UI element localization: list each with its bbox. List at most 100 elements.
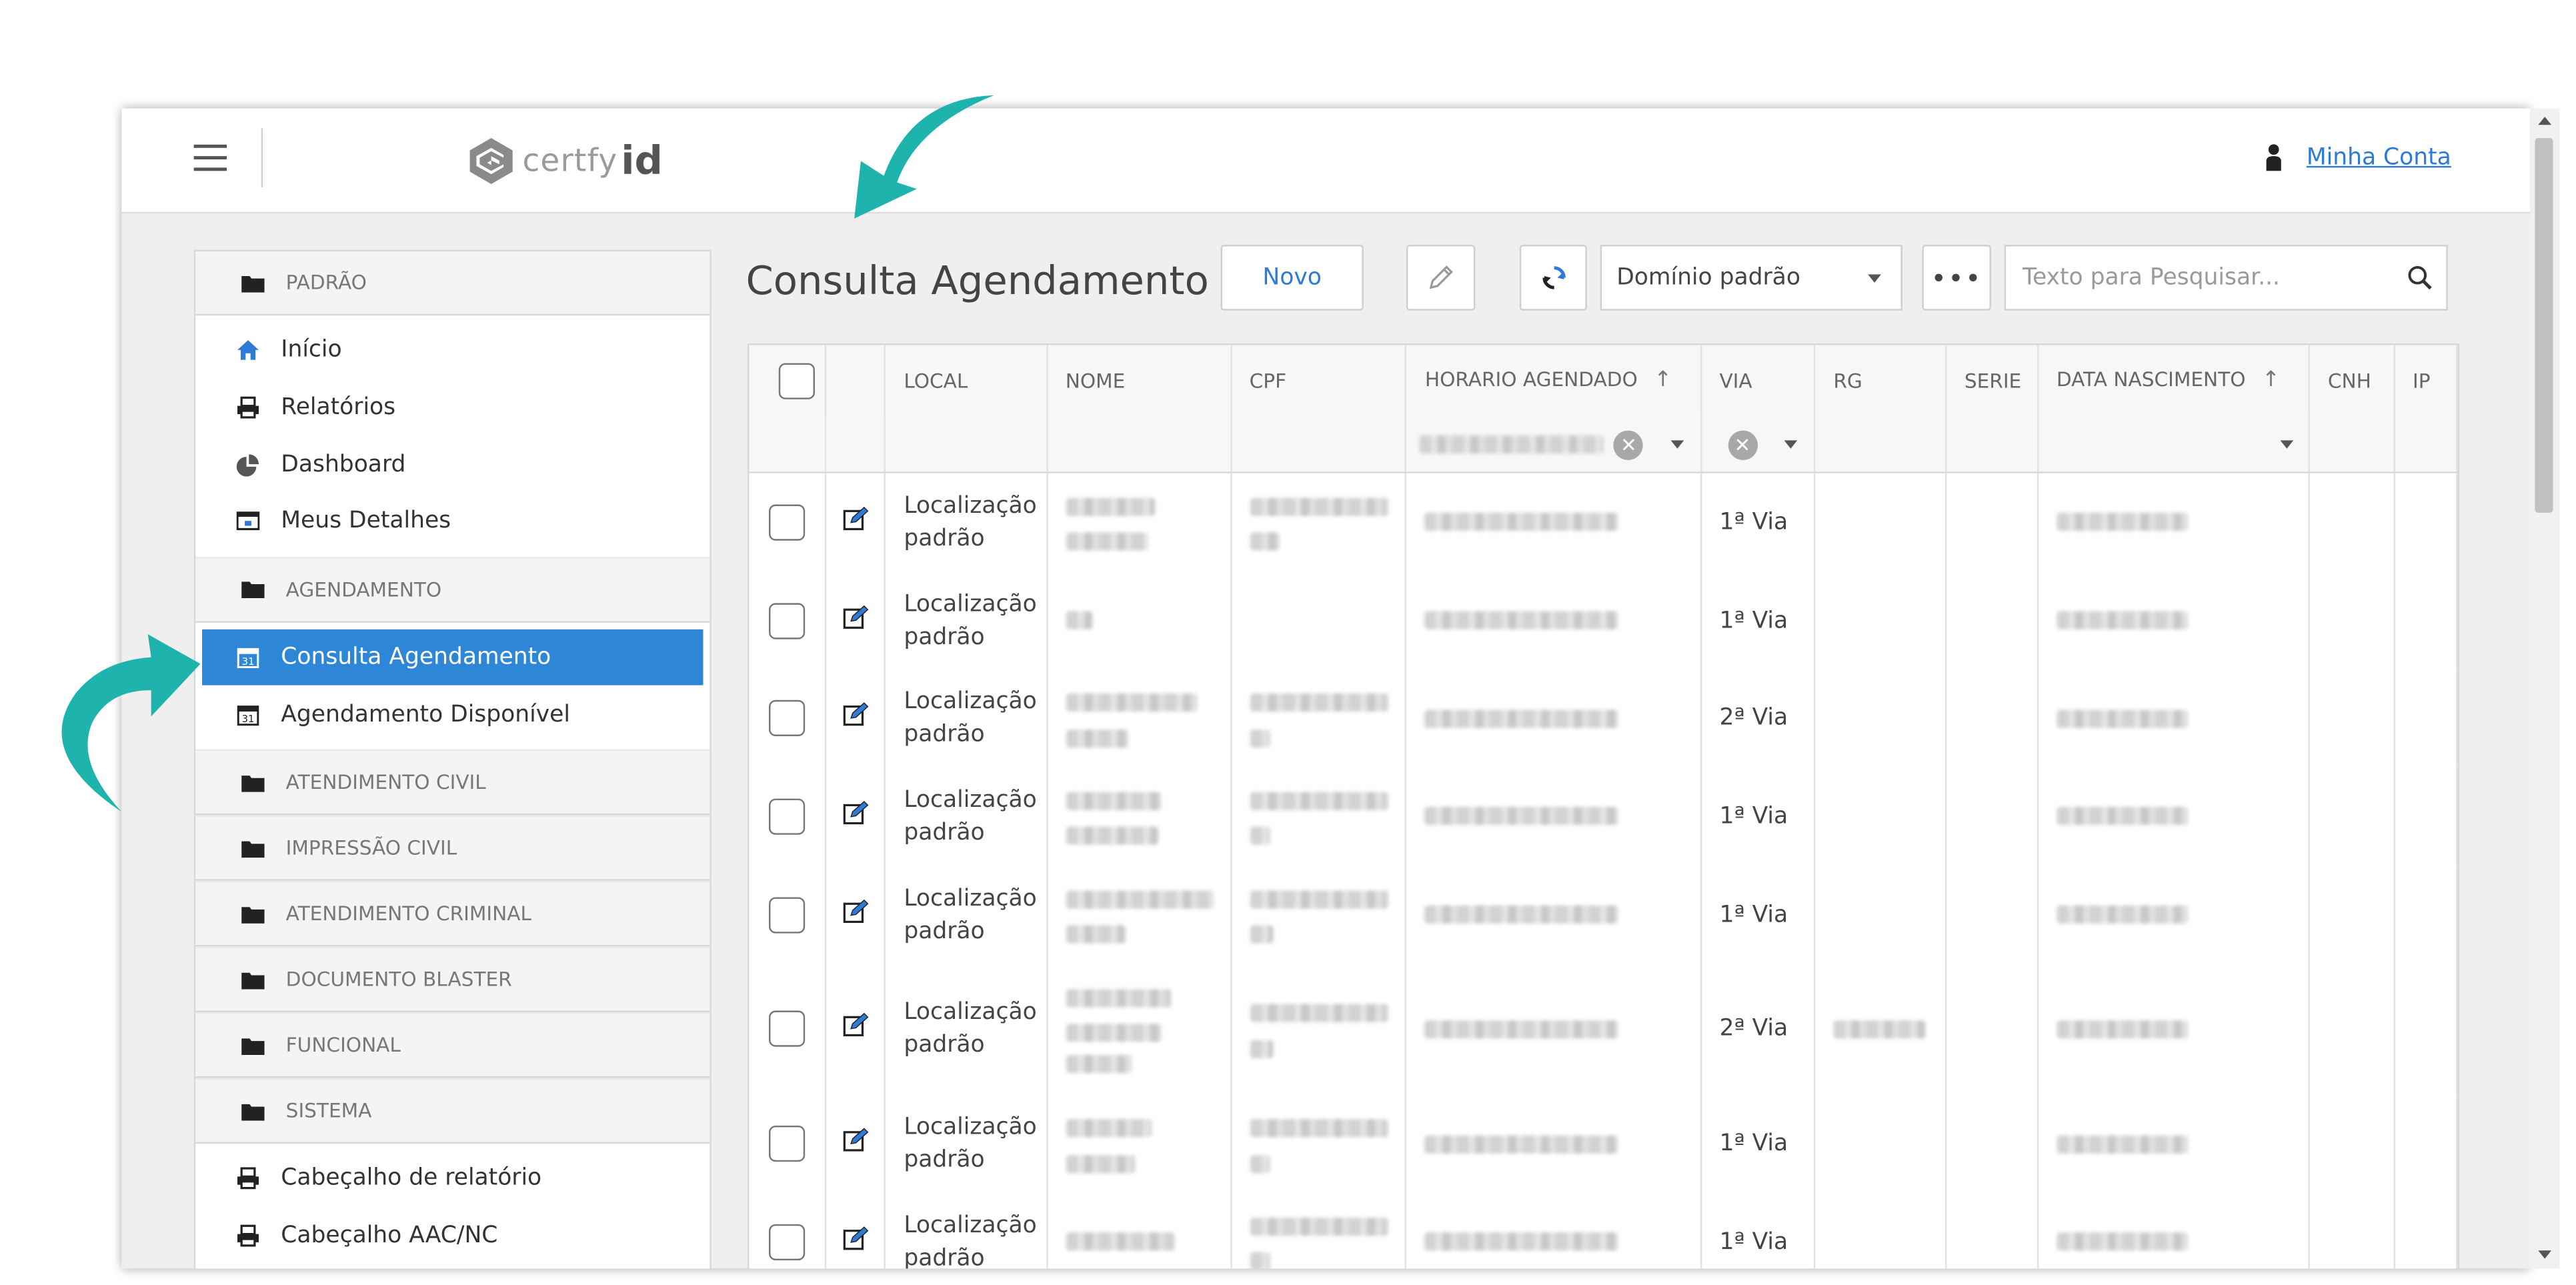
cell-local: Localização padrão <box>884 669 1048 768</box>
row-checkbox[interactable] <box>769 700 806 737</box>
sidebar-item-agendamento-disponivel[interactable]: 31 Agendamento Disponível <box>195 686 710 743</box>
scroll-down-icon[interactable] <box>2538 1250 2552 1259</box>
column-header-via[interactable]: VIA <box>1700 345 1816 416</box>
table-row[interactable]: Localização padrão 1ª Via <box>749 472 2458 571</box>
column-header-serie[interactable]: SERIE <box>1945 345 2039 416</box>
filter-cell[interactable] <box>1230 415 1407 473</box>
sidebar-section-impressao-civil[interactable]: IMPRESSÃO CIVIL <box>195 815 710 882</box>
filter-data-nascimento[interactable] <box>2037 415 2310 473</box>
account-link[interactable]: Minha Conta <box>2307 145 2451 171</box>
cell-rg <box>1814 866 1947 964</box>
edit-record-icon[interactable] <box>842 604 868 630</box>
chevron-down-icon[interactable] <box>2279 440 2293 449</box>
sort-arrow-icon[interactable]: ↑ <box>2262 368 2280 393</box>
table-row[interactable]: Localização padrão 1ª Via <box>749 1095 2458 1194</box>
edit-record-icon[interactable] <box>842 800 868 826</box>
filter-cell[interactable] <box>1046 415 1232 473</box>
redacted-value <box>1065 792 1161 810</box>
redacted-value <box>1065 1024 1161 1043</box>
sort-arrow-icon[interactable]: ↑ <box>1654 368 1672 393</box>
row-checkbox[interactable] <box>769 504 806 541</box>
sidebar-item-inicio[interactable]: Início <box>195 322 710 379</box>
sidebar-section-padrao[interactable]: PADRÃO <box>195 251 710 316</box>
edit-record-icon[interactable] <box>842 1128 868 1154</box>
sidebar-section-sistema[interactable]: SISTEMA <box>195 1078 710 1144</box>
column-header-local[interactable]: LOCAL <box>884 345 1048 416</box>
table-row[interactable]: Localização padrão 1ª Via <box>749 1193 2458 1269</box>
column-header-rg[interactable]: RG <box>1814 345 1947 416</box>
table-row[interactable]: Localização padrão 2ª Via <box>749 669 2458 768</box>
redacted-value <box>2056 905 2188 924</box>
column-header-nome[interactable]: NOME <box>1046 345 1232 416</box>
filter-cell[interactable] <box>1945 415 2039 473</box>
redacted-value <box>1249 1252 1270 1269</box>
page-title: Consulta Agendamento <box>746 257 1209 304</box>
edit-record-icon[interactable] <box>842 1013 868 1039</box>
row-checkbox[interactable] <box>769 896 806 933</box>
sidebar-section-atendimento-civil[interactable]: ATENDIMENTO CIVIL <box>195 749 710 816</box>
table-row[interactable]: Localização padrão 1ª Via <box>749 571 2458 670</box>
sidebar-item-cabecalho-relatorio[interactable]: Cabeçalho de relatório <box>195 1150 710 1207</box>
page-scrollbar[interactable] <box>2530 108 2560 1269</box>
search-icon[interactable] <box>2407 265 2433 291</box>
filter-via[interactable]: ✕ <box>1700 415 1816 473</box>
section-label: AGENDAMENTO <box>285 577 442 601</box>
table-row[interactable]: Localização padrão 1ª Via <box>749 767 2458 866</box>
sidebar-item-dashboard[interactable]: Dashboard <box>195 436 710 493</box>
sidebar-item-meus-detalhes[interactable]: Meus Detalhes <box>195 493 710 549</box>
edit-button[interactable] <box>1406 245 1476 311</box>
scrollbar-thumb[interactable] <box>2535 137 2553 513</box>
edit-record-icon[interactable] <box>842 506 868 532</box>
column-header-cpf[interactable]: CPF <box>1230 345 1407 416</box>
edit-record-icon[interactable] <box>842 898 868 924</box>
filter-cell[interactable] <box>1814 415 1947 473</box>
row-checkbox[interactable] <box>769 602 806 639</box>
edit-record-icon[interactable] <box>842 1226 868 1252</box>
clear-filter-icon[interactable]: ✕ <box>1614 430 1644 460</box>
filter-cell[interactable] <box>2309 415 2395 473</box>
redacted-value <box>1065 1119 1151 1138</box>
section-label: DOCUMENTO BLASTER <box>285 968 512 992</box>
edit-record-icon[interactable] <box>842 702 868 728</box>
chevron-down-icon[interactable] <box>1671 440 1685 449</box>
redacted-value <box>1424 1020 1619 1039</box>
column-header-horario-agendado[interactable]: HORARIO AGENDADO ↑ <box>1406 345 1702 416</box>
cell-rg <box>1814 1095 1947 1194</box>
cell-serie <box>1945 964 2039 1096</box>
sidebar-item-cabecalho-aac-nc[interactable]: Cabeçalho AAC/NC <box>195 1208 710 1264</box>
sidebar-section-funcional[interactable]: FUNCIONAL <box>195 1012 710 1078</box>
row-checkbox[interactable] <box>769 798 806 835</box>
filter-cell[interactable] <box>2393 415 2458 473</box>
sidebar-item-consulta-agendamento[interactable]: 31 Consulta Agendamento <box>202 629 704 686</box>
row-checkbox[interactable] <box>769 1011 806 1048</box>
row-checkbox[interactable] <box>769 1224 806 1260</box>
cell-via: 2ª Via <box>1700 964 1816 1096</box>
sidebar-section-atendimento-criminal[interactable]: ATENDIMENTO CRIMINAL <box>195 881 710 947</box>
clear-filter-icon[interactable]: ✕ <box>1727 430 1758 460</box>
chevron-down-icon[interactable] <box>1783 440 1797 449</box>
cell-horario-agendado <box>1406 571 1702 670</box>
table-row[interactable]: Localização padrão 1ª Via <box>749 866 2458 964</box>
pie-chart-icon <box>236 453 259 476</box>
select-all-checkbox[interactable] <box>778 362 814 399</box>
column-header-data-nascimento[interactable]: DATA NASCIMENTO ↑ <box>2037 345 2310 416</box>
new-button[interactable]: Novo <box>1220 245 1364 311</box>
column-header-ip[interactable]: IP <box>2393 345 2458 416</box>
filter-cell[interactable] <box>884 415 1048 473</box>
scroll-up-icon[interactable] <box>2538 116 2552 125</box>
column-header-cnh[interactable]: CNH <box>2309 345 2395 416</box>
hamburger-menu-icon[interactable] <box>193 144 227 171</box>
sidebar-section-documento-blaster[interactable]: DOCUMENTO BLASTER <box>195 946 710 1013</box>
filter-horario-agendado[interactable]: ✕ <box>1406 415 1702 473</box>
redacted-value <box>1249 694 1388 712</box>
search-input[interactable] <box>2019 263 2404 293</box>
sidebar-section-agendamento[interactable]: AGENDAMENTO <box>195 556 710 623</box>
table-row[interactable]: Localização padrão 2ª Via <box>749 964 2458 1096</box>
redacted-value <box>1065 827 1158 846</box>
refresh-button[interactable] <box>1519 245 1587 311</box>
sidebar-item-relatorios[interactable]: Relatórios <box>195 379 710 435</box>
more-options-button[interactable]: ••• <box>1922 245 1991 311</box>
cell-ip <box>2393 1095 2458 1194</box>
domain-select[interactable]: Domínio padrão <box>1600 245 1902 311</box>
row-checkbox[interactable] <box>769 1126 806 1162</box>
